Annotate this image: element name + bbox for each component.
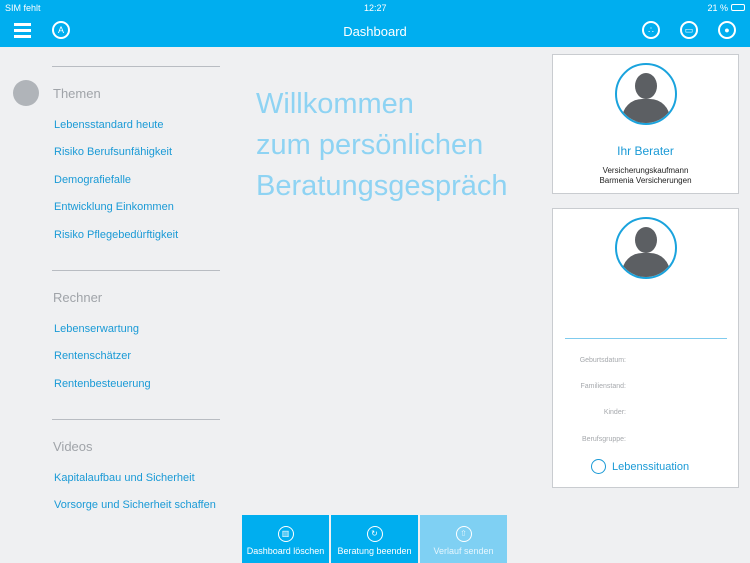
money-icon[interactable]: ▭ <box>680 21 698 39</box>
link-item[interactable]: Lebensstandard heute <box>54 119 163 131</box>
section-videos: Videos <box>53 439 93 454</box>
dashboard-loeschen-button[interactable]: ▥ Dashboard löschen <box>242 515 329 563</box>
link-item[interactable]: Risiko Pflegebedürftigkeit <box>54 229 178 241</box>
refresh-icon: ↻ <box>367 526 383 542</box>
welcome-line: zum persönlichen <box>256 125 508 166</box>
link-item[interactable]: Vorsorge und Sicherheit schaffen <box>54 499 216 511</box>
berater-role: Versicherungskaufmann <box>553 166 738 175</box>
top-bar: SIM fehlt 12:27 21 % A Dashboard ∴ ▭ ● <box>0 0 750 47</box>
battery-icon <box>731 4 745 11</box>
trash-icon: ▥ <box>278 526 294 542</box>
verlauf-senden-button[interactable]: ⇧ Verlauf senden <box>420 515 507 563</box>
kunde-card: Geburtsdatum: Familienstand: Kinder: Ber… <box>552 208 739 488</box>
divider <box>52 270 220 271</box>
section-rechner: Rechner <box>53 290 102 305</box>
link-item[interactable]: Kapitalaufbau und Sicherheit <box>54 472 195 484</box>
name-line <box>565 338 727 339</box>
field-geburtsdatum: Geburtsdatum: <box>580 357 626 364</box>
welcome-text: Willkommen zum persönlichen Beratungsges… <box>256 84 508 207</box>
link-item[interactable]: Risiko Berufsunfähigkeit <box>54 146 172 158</box>
berater-title: Ihr Berater <box>553 144 738 158</box>
user-icon[interactable]: ● <box>718 21 736 39</box>
people-icon <box>591 459 606 474</box>
network-icon[interactable]: ∴ <box>642 21 660 39</box>
divider <box>52 66 220 67</box>
berater-card[interactable]: Ihr Berater Versicherungskaufmann Barmen… <box>552 54 739 194</box>
welcome-line: Willkommen <box>256 84 508 125</box>
link-item[interactable]: Rentenschätzer <box>54 350 131 362</box>
button-label: Dashboard löschen <box>247 546 325 556</box>
bookmark-icon <box>13 80 39 106</box>
beratung-beenden-button[interactable]: ↻ Beratung beenden <box>331 515 418 563</box>
page-title: Dashboard <box>0 24 750 39</box>
field-familienstand: Familienstand: <box>580 383 626 390</box>
battery-level: 21 % <box>707 3 728 13</box>
lebenssituation-label: Lebenssituation <box>612 461 689 473</box>
lebenssituation-link[interactable]: Lebenssituation <box>591 459 689 474</box>
customer-avatar-icon[interactable] <box>615 217 677 279</box>
share-icon: ⇧ <box>456 526 472 542</box>
divider <box>52 419 220 420</box>
link-item[interactable]: Demografiefalle <box>54 174 131 186</box>
link-item[interactable]: Lebenserwartung <box>54 323 139 335</box>
clock: 12:27 <box>364 3 387 13</box>
advisor-avatar-icon <box>615 63 677 125</box>
link-item[interactable]: Rentenbesteuerung <box>54 378 151 390</box>
carrier: SIM fehlt <box>5 3 41 13</box>
berater-company: Barmenia Versicherungen <box>553 176 738 185</box>
field-berufsgruppe: Berufsgruppe: <box>582 436 626 443</box>
section-themen: Themen <box>53 86 101 101</box>
welcome-line: Beratungsgespräch <box>256 166 508 207</box>
button-label: Verlauf senden <box>433 546 493 556</box>
button-label: Beratung beenden <box>337 546 411 556</box>
link-item[interactable]: Entwicklung Einkommen <box>54 201 174 213</box>
field-kinder: Kinder: <box>604 409 626 416</box>
